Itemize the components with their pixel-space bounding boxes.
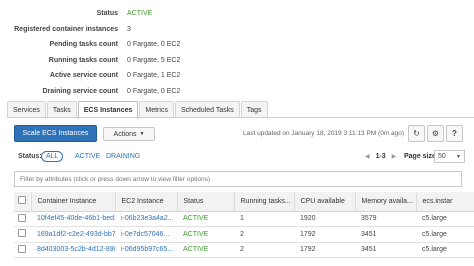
help-icon: ? <box>452 129 457 138</box>
status-cell: ACTIVE <box>177 211 234 227</box>
summary-value: ACTIVE <box>127 10 153 18</box>
next-page-icon[interactable]: ▶ <box>392 154 397 160</box>
page-range: 1-3 <box>375 153 386 160</box>
status-filter-all[interactable]: ALL <box>41 151 64 162</box>
summary-row-active-service: Active service count 0 Fargate, 1 EC2 <box>0 68 474 84</box>
instance-type-cell: c5.large <box>416 211 474 227</box>
summary-value: 0 Fargate, 5 EC2 <box>127 56 181 64</box>
row-select-cell <box>14 242 31 258</box>
filter-input[interactable] <box>20 175 461 183</box>
summary-label: Registered container instances <box>14 25 118 33</box>
running-tasks-cell: 2 <box>234 242 294 258</box>
attribute-filter[interactable] <box>14 171 462 187</box>
actions-label: Actions <box>113 130 137 138</box>
status-filter-draining[interactable]: DRAINING <box>102 151 144 162</box>
page-size-label: Page size <box>404 153 436 160</box>
help-button[interactable]: ? <box>446 125 463 142</box>
column-header[interactable]: Memory availa... <box>355 192 417 212</box>
row-checkbox[interactable] <box>18 244 26 253</box>
status-filter-bar: Status: ALL ACTIVE DRAINING ◀ 1-3 ▶ Page… <box>11 150 465 164</box>
container-instance-link[interactable]: 8d403003-5c2b-4d12-890b... <box>31 242 115 258</box>
tab-tags[interactable]: Tags <box>240 101 268 118</box>
tab-tasks[interactable]: Tasks <box>46 101 77 118</box>
tab-metrics[interactable]: Metrics <box>139 101 174 118</box>
summary-value: 0 Fargate, 0 EC2 <box>127 41 181 49</box>
cpu-available-cell: 1792 <box>294 242 355 258</box>
summary-label: Status <box>96 10 118 18</box>
row-checkbox[interactable] <box>18 213 26 222</box>
summary-label: Active service count <box>49 72 118 80</box>
column-header[interactable]: EC2 Instance <box>115 192 178 212</box>
container-instance-link[interactable]: 169a1df2-c2e2-493d-bb77-... <box>31 226 115 243</box>
summary-row-pending: Pending tasks count 0 Fargate, 0 EC2 <box>0 37 474 53</box>
running-tasks-cell: 2 <box>234 226 294 243</box>
ec2-instance-link[interactable]: i-0e7dc57046... <box>115 226 177 243</box>
row-checkbox[interactable] <box>18 229 26 238</box>
column-header[interactable]: Running tasks... <box>234 192 295 212</box>
memory-available-cell: 3451 <box>355 226 416 243</box>
running-tasks-cell: 1 <box>234 211 294 227</box>
status-cell: ACTIVE <box>177 242 234 258</box>
column-header[interactable]: Status <box>177 192 235 212</box>
memory-available-cell: 3451 <box>355 242 416 258</box>
chevron-down-icon: ▼ <box>456 153 461 160</box>
container-instance-link[interactable]: 10f4ef45-40de-46b1-bed2-... <box>31 211 115 227</box>
instances-table: Container Instance EC2 Instance Status R… <box>14 192 474 258</box>
tab-services[interactable]: Services <box>7 101 46 118</box>
tab-divider <box>7 117 474 118</box>
page-size-value: 50 <box>438 153 446 160</box>
refresh-icon: ↻ <box>413 129 420 138</box>
row-select-cell <box>14 211 31 227</box>
tab-scheduled-tasks[interactable]: Scheduled Tasks <box>174 101 240 118</box>
instances-toolbar: Scale ECS Instances Actions ▼ Last updat… <box>7 125 468 143</box>
summary-row-running: Running tasks count 0 Fargate, 5 EC2 <box>0 53 474 69</box>
summary-label: Pending tasks count <box>49 41 118 49</box>
table-row: 10f4ef45-40de-46b1-bed2-... i-06b23e3a4a… <box>14 211 474 227</box>
select-all-checkbox[interactable] <box>18 196 26 205</box>
table-row: 8d403003-5c2b-4d12-890b... i-06d95b97c65… <box>14 242 474 258</box>
summary-row-draining-service: Draining service count 0 Fargate, 0 EC2 <box>0 84 474 100</box>
cluster-summary: Status ACTIVE Registered container insta… <box>0 6 474 99</box>
actions-dropdown-button[interactable]: Actions ▼ <box>103 127 155 141</box>
summary-row-status: Status ACTIVE <box>0 6 474 22</box>
instance-type-cell: c5.large <box>416 242 474 258</box>
summary-row-registered: Registered container instances 3 <box>0 22 474 38</box>
cpu-available-cell: 1792 <box>294 226 355 243</box>
scale-ecs-instances-button[interactable]: Scale ECS Instances <box>14 125 97 142</box>
previous-page-icon[interactable]: ◀ <box>365 154 370 160</box>
status-filter-active[interactable]: ACTIVE <box>71 151 104 162</box>
status-filter-label: Status: <box>18 153 42 160</box>
instance-type-cell: c5.large <box>416 226 474 243</box>
summary-label: Running tasks count <box>48 56 118 64</box>
caret-down-icon: ▼ <box>139 131 145 137</box>
ec2-instance-link[interactable]: i-06d95b97c65... <box>115 242 177 258</box>
refresh-button[interactable]: ↻ <box>408 125 425 142</box>
select-all-cell <box>14 192 32 212</box>
page-size-select[interactable]: 50 ▼ <box>434 150 465 163</box>
settings-button[interactable]: ⚙ <box>427 125 444 142</box>
summary-value: 0 Fargate, 1 EC2 <box>127 72 181 80</box>
status-cell: ACTIVE <box>177 226 234 243</box>
row-select-cell <box>14 226 31 243</box>
cpu-available-cell: 1920 <box>294 211 355 227</box>
summary-value: 0 Fargate, 0 EC2 <box>127 87 181 95</box>
last-updated-text: Last updated on January 18, 2019 3:11:13… <box>243 130 405 137</box>
column-header[interactable]: CPU available <box>294 192 356 212</box>
table-row: 169a1df2-c2e2-493d-bb77-... i-0e7dc57046… <box>14 226 474 243</box>
column-header[interactable]: ecs.instar <box>416 192 474 212</box>
pagination: ◀ 1-3 ▶ <box>365 153 396 160</box>
cluster-tabs: Services Tasks ECS Instances Metrics Sch… <box>7 101 269 119</box>
memory-available-cell: 3579 <box>355 211 416 227</box>
column-header[interactable]: Container Instance <box>31 192 116 212</box>
summary-value: 3 <box>127 25 131 33</box>
table-header-row: Container Instance EC2 Instance Status R… <box>14 192 474 212</box>
summary-label: Draining service count <box>42 87 118 95</box>
ec2-instance-link[interactable]: i-06b23e3a4a2... <box>115 211 177 227</box>
gear-icon: ⚙ <box>431 129 440 138</box>
